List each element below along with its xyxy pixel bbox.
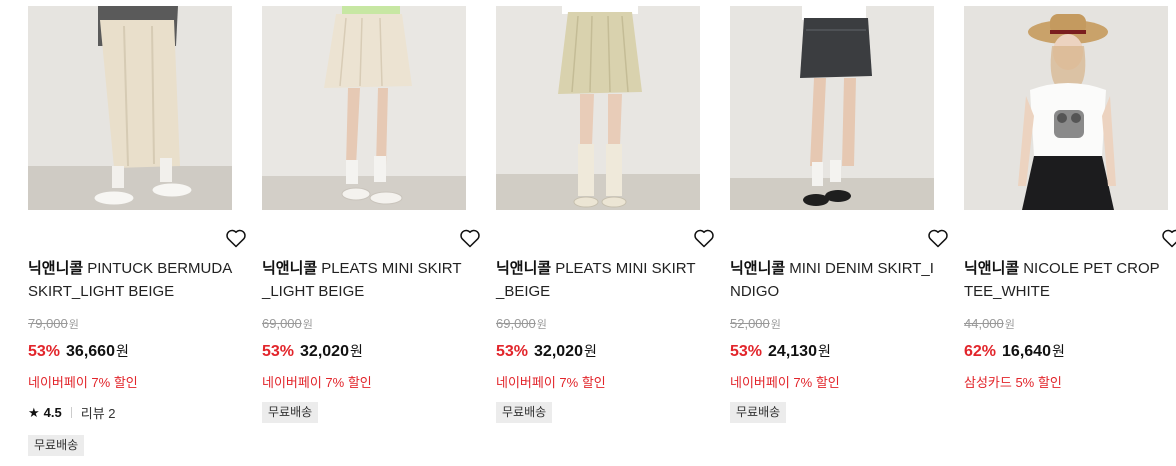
original-price: 69,000원 (496, 316, 547, 331)
product-image[interactable] (730, 6, 934, 210)
review-count: 리뷰 2 (80, 406, 116, 421)
discount-rate: 53% (496, 343, 529, 360)
sale-price-row: 53% 32,020원 (262, 343, 363, 360)
sale-price-row: 53% 36,660원 (28, 343, 129, 360)
free-shipping-badge: 무료배송 (496, 402, 553, 423)
product-image[interactable] (496, 6, 700, 210)
divider (70, 407, 72, 418)
sale-price: 32,020 (300, 343, 349, 360)
sale-price-row: 62% 16,640원 (964, 343, 1065, 360)
payment-benefit: 네이버페이 7% 할인 (496, 375, 606, 390)
sale-price-row: 53% 32,020원 (496, 343, 597, 360)
star-icon: ★ (28, 404, 40, 420)
payment-benefit: 네이버페이 7% 할인 (730, 375, 840, 390)
wishlist-heart-icon[interactable] (1160, 226, 1176, 250)
sale-price: 24,130 (768, 343, 817, 360)
product-title[interactable]: 닉앤니콜 NICOLE PET CROP TEE_WHITE (964, 257, 1170, 303)
review-summary[interactable]: ★ 4.5 리뷰 2 (28, 403, 116, 422)
discount-rate: 53% (262, 343, 295, 360)
card-benefit: 삼성카드 5% 할인 (964, 375, 1062, 390)
product-image[interactable] (262, 6, 466, 210)
free-shipping-badge: 무료배송 (262, 402, 319, 423)
payment-benefit: 네이버페이 7% 할인 (28, 375, 138, 390)
free-shipping-badge: 무료배송 (730, 402, 787, 423)
original-price: 69,000원 (262, 316, 313, 331)
payment-benefit: 네이버페이 7% 할인 (262, 375, 372, 390)
free-shipping-badge: 무료배송 (28, 435, 85, 456)
wishlist-heart-icon[interactable] (926, 226, 950, 250)
product-image[interactable] (28, 6, 232, 210)
product-title[interactable]: 닉앤니콜 PLEATS MINI SKIRT_LIGHT BEIGE (262, 257, 468, 303)
sale-price: 32,020 (534, 343, 583, 360)
brand-name: 닉앤니콜 (730, 260, 786, 277)
original-price: 79,000원 (28, 316, 79, 331)
product-title[interactable]: 닉앤니콜 PINTUCK BERMUDA SKIRT_LIGHT BEIGE (28, 257, 234, 303)
brand-name: 닉앤니콜 (496, 260, 552, 277)
discount-rate: 53% (730, 343, 763, 360)
original-price: 44,000원 (964, 316, 1015, 331)
brand-name: 닉앤니콜 (964, 260, 1020, 277)
wishlist-heart-icon[interactable] (224, 226, 248, 250)
discount-rate: 62% (964, 343, 997, 360)
sale-price: 16,640 (1002, 343, 1051, 360)
rating-score: 4.5 (43, 405, 62, 420)
product-title[interactable]: 닉앤니콜 MINI DENIM SKIRT_INDIGO (730, 257, 936, 303)
discount-rate: 53% (28, 343, 61, 360)
product-photo-icon (262, 6, 466, 210)
product-photo-icon (496, 6, 700, 210)
wishlist-heart-icon[interactable] (458, 226, 482, 250)
original-price: 52,000원 (730, 316, 781, 331)
brand-name: 닉앤니콜 (262, 260, 318, 277)
product-image[interactable] (964, 6, 1168, 210)
product-photo-icon (28, 6, 232, 210)
sale-price: 36,660 (66, 343, 115, 360)
sale-price-row: 53% 24,130원 (730, 343, 831, 360)
product-title[interactable]: 닉앤니콜 PLEATS MINI SKIRT_BEIGE (496, 257, 702, 303)
wishlist-heart-icon[interactable] (692, 226, 716, 250)
brand-name: 닉앤니콜 (28, 260, 84, 277)
product-photo-icon (964, 6, 1168, 210)
product-photo-icon (730, 6, 934, 210)
